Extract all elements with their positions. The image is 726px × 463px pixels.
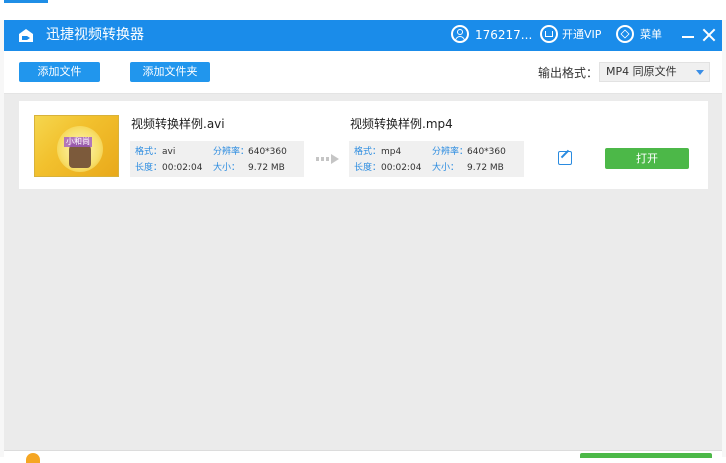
- source-size-key: 大小：: [213, 163, 241, 173]
- source-resolution-value: 640*360: [248, 147, 287, 157]
- add-file-button[interactable]: 添加文件: [19, 62, 100, 82]
- file-row: 小和尚 视频转换样例.avi 格式： avi 分辨率： 640*360 长度： …: [19, 101, 708, 189]
- user-icon[interactable]: [451, 25, 469, 43]
- window-edge-right: [722, 20, 726, 457]
- source-info: 格式： avi 分辨率： 640*360 长度： 00:02:04 大小： 9.…: [130, 141, 304, 177]
- source-duration-key: 长度：: [135, 163, 163, 173]
- target-duration-value: 00:02:04: [381, 163, 422, 173]
- output-format-value: MP4 同原文件: [606, 65, 677, 78]
- source-resolution-key: 分辨率：: [213, 147, 250, 157]
- video-thumbnail[interactable]: 小和尚: [34, 115, 119, 177]
- source-format-value: avi: [162, 147, 176, 157]
- close-icon[interactable]: [700, 26, 718, 44]
- target-format-key: 格式：: [354, 147, 382, 157]
- file-list-area: 小和尚 视频转换样例.avi 格式： avi 分辨率： 640*360 长度： …: [4, 94, 722, 450]
- target-size-value: 9.72 MB: [467, 163, 504, 173]
- bottom-left-icon[interactable]: [26, 453, 40, 463]
- top-accent: [4, 0, 48, 3]
- target-size-key: 大小：: [432, 163, 460, 173]
- bottom-action-button[interactable]: [580, 453, 712, 458]
- source-file-name: 视频转换样例.avi: [131, 117, 225, 131]
- dropdown-arrow-icon[interactable]: [696, 70, 704, 75]
- open-button[interactable]: 打开: [605, 148, 689, 169]
- source-duration-value: 00:02:04: [162, 163, 203, 173]
- toolbar: 添加文件 添加文件夹 输出格式： MP4 同原文件: [4, 51, 722, 94]
- target-resolution-value: 640*360: [467, 147, 506, 157]
- target-resolution-key: 分辨率：: [432, 147, 469, 157]
- vip-button[interactable]: 开通VIP: [562, 28, 601, 42]
- arrow-dash: [316, 157, 319, 161]
- output-format-select[interactable]: MP4 同原文件: [599, 62, 710, 82]
- target-duration-key: 长度：: [354, 163, 382, 173]
- minimize-icon[interactable]: [680, 28, 696, 44]
- vip-icon[interactable]: [540, 25, 558, 43]
- arrow-head: [331, 154, 339, 164]
- target-format-value: mp4: [381, 147, 402, 157]
- source-format-key: 格式：: [135, 147, 163, 157]
- target-file-name: 视频转换样例.mp4: [350, 117, 453, 131]
- app-icon: [19, 29, 33, 42]
- convert-arrow-icon: [316, 154, 340, 164]
- top-strip: [0, 0, 726, 20]
- menu-icon[interactable]: [616, 25, 634, 43]
- target-info: 格式： mp4 分辨率： 640*360 长度： 00:02:04 大小： 9.…: [349, 141, 524, 177]
- thumbnail-caption: 小和尚: [64, 137, 92, 147]
- user-id[interactable]: 176217...: [475, 27, 532, 43]
- app-title: 迅捷视频转换器: [46, 27, 144, 43]
- add-folder-button[interactable]: 添加文件夹: [130, 62, 210, 82]
- arrow-dash: [321, 157, 324, 161]
- output-format-label: 输出格式：: [538, 66, 599, 80]
- arrow-dash: [326, 157, 329, 161]
- title-bar: 迅捷视频转换器 176217... 开通VIP 菜单: [4, 20, 722, 51]
- menu-button[interactable]: 菜单: [640, 28, 662, 42]
- edit-icon[interactable]: [558, 151, 572, 165]
- source-size-value: 9.72 MB: [248, 163, 285, 173]
